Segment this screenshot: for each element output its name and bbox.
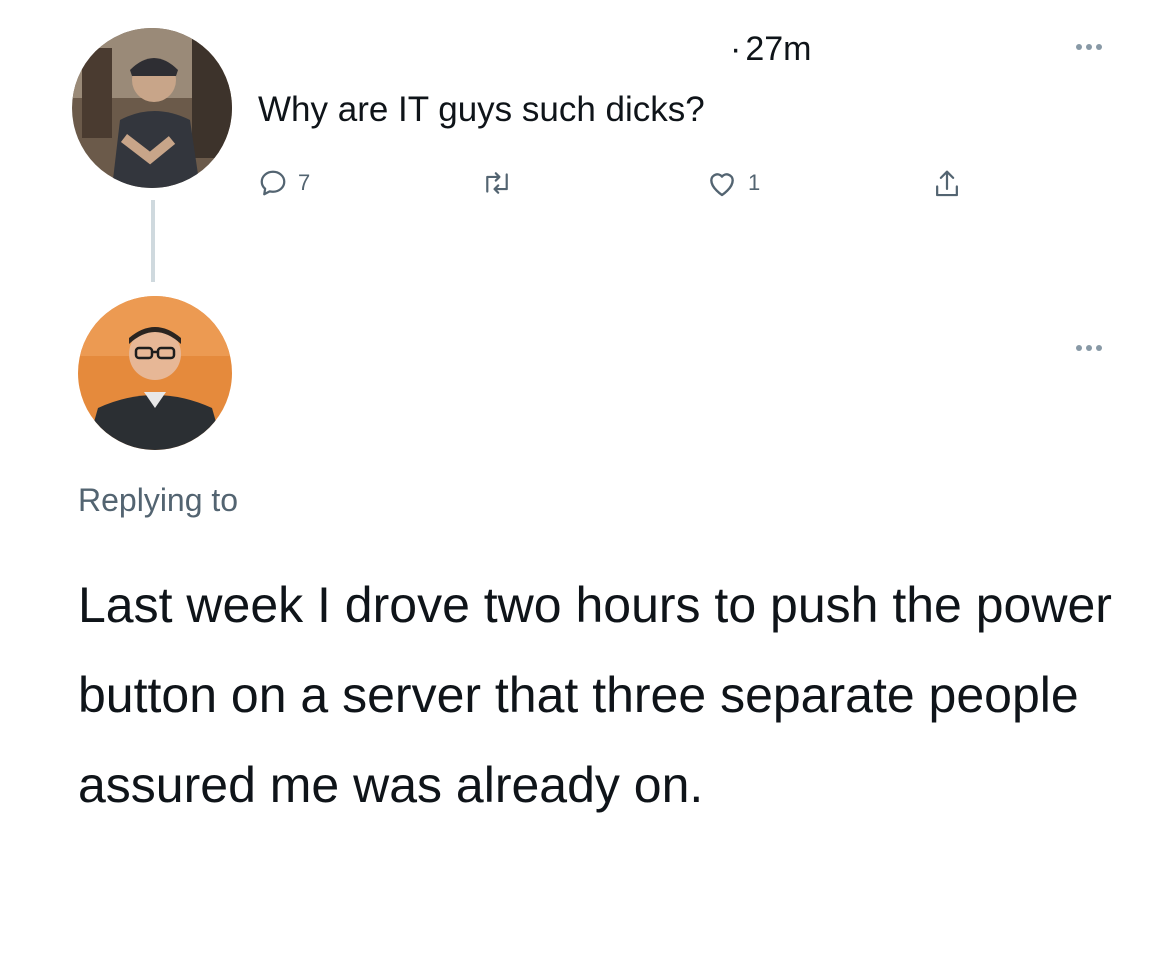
retweet-button[interactable] [480,168,514,198]
avatar-original-poster-image [72,28,232,188]
tweet-text: Why are IT guys such dicks? [258,90,705,129]
reply-count: 7 [298,170,311,195]
share-upload-icon [936,170,958,197]
avatar-replier-image [78,296,232,450]
timestamp-separator: · [730,30,742,68]
share-button[interactable] [932,168,962,200]
tweet-timestamp[interactable]: · 27m [730,30,811,69]
speech-bubble-icon [260,170,286,196]
reply-button[interactable]: 7 [258,168,310,198]
avatar-replier[interactable] [78,296,232,450]
like-count: 1 [748,170,761,195]
replying-to-label: Replying to [78,482,239,518]
heart-icon [710,173,734,197]
thread-connector-line [151,200,155,282]
retweet-icon [486,172,508,194]
more-options-icon[interactable] [1076,345,1102,351]
timestamp-value: 27m [745,30,812,68]
more-options-icon[interactable] [1076,44,1102,50]
like-button[interactable]: 1 [706,168,760,198]
reply-text: Last week I drove two hours to push the … [78,577,1112,813]
avatar-original-poster[interactable] [72,28,232,188]
